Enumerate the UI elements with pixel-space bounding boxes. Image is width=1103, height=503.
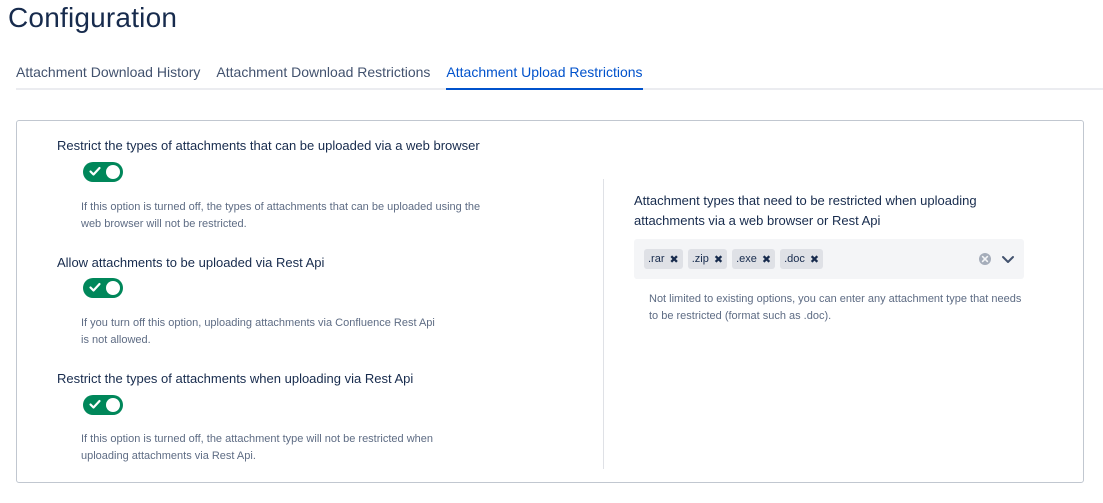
- tab-attachment-download-restrictions[interactable]: Attachment Download Restrictions: [216, 56, 430, 88]
- check-icon: [89, 399, 101, 409]
- restricted-types-select[interactable]: .rar ✖ .zip ✖ .exe ✖ .doc ✖: [634, 239, 1024, 279]
- help-line: If this option is turned off, the types …: [81, 201, 481, 213]
- tab-bar: Attachment Download History Attachment D…: [16, 56, 1103, 90]
- toggle-knob: [106, 281, 120, 295]
- option-web-browser-restrict-label: Restrict the types of attachments that c…: [57, 138, 480, 153]
- tag-list: .rar ✖ .zip ✖ .exe ✖ .doc ✖: [644, 249, 828, 269]
- tag-item: .doc ✖: [780, 249, 824, 269]
- help-line: If this option is turned off, the attach…: [81, 433, 433, 445]
- close-icon[interactable]: ✖: [762, 253, 771, 266]
- option-rest-api-upload-label: Allow attachments to be uploaded via Res…: [57, 255, 325, 270]
- tag-label: .zip: [691, 253, 709, 265]
- clear-circle-icon[interactable]: [978, 252, 992, 266]
- web-browser-restrict-toggle[interactable]: [83, 162, 123, 182]
- rest-api-restrict-toggle[interactable]: [83, 395, 123, 415]
- rest-api-upload-toggle[interactable]: [83, 278, 123, 298]
- restricted-types-help: Not limited to existing options, you can…: [649, 293, 1022, 322]
- option-rest-api-restrict-help: If this option is turned off, the attach…: [81, 431, 433, 465]
- tag-item: .rar ✖: [644, 249, 683, 269]
- help-line: web browser will not be restricted.: [81, 218, 247, 230]
- tag-item: .exe ✖: [732, 249, 776, 269]
- check-icon: [89, 282, 101, 292]
- toggle-knob: [106, 398, 120, 412]
- page: Configuration Attachment Download Histor…: [0, 0, 1103, 503]
- settings-panel: Restrict the types of attachments that c…: [16, 120, 1084, 483]
- close-icon[interactable]: ✖: [670, 253, 679, 266]
- option-rest-api-restrict-label: Restrict the types of attachments when u…: [57, 371, 414, 386]
- tag-label: .rar: [648, 253, 665, 265]
- tab-attachment-download-history[interactable]: Attachment Download History: [16, 56, 200, 88]
- close-icon[interactable]: ✖: [714, 253, 723, 266]
- chevron-down-icon[interactable]: [1000, 251, 1016, 267]
- help-line: If you turn off this option, uploading a…: [81, 317, 435, 329]
- help-line: uploading attachments via Rest Api.: [81, 450, 256, 462]
- page-title: Configuration: [8, 2, 178, 33]
- tag-item: .zip ✖: [687, 249, 728, 269]
- column-divider: [603, 179, 604, 469]
- option-web-browser-restrict-help: If this option is turned off, the types …: [81, 199, 480, 233]
- tag-label: .doc: [784, 253, 805, 265]
- check-icon: [89, 166, 101, 176]
- restricted-types-label: Attachment types that need to be restric…: [634, 193, 977, 228]
- help-line: is not allowed.: [81, 334, 151, 346]
- option-rest-api-upload-help: If you turn off this option, uploading a…: [81, 315, 435, 349]
- tag-label: .exe: [736, 253, 757, 265]
- toggle-knob: [106, 165, 120, 179]
- close-icon[interactable]: ✖: [810, 253, 819, 266]
- tab-attachment-upload-restrictions[interactable]: Attachment Upload Restrictions: [446, 56, 643, 90]
